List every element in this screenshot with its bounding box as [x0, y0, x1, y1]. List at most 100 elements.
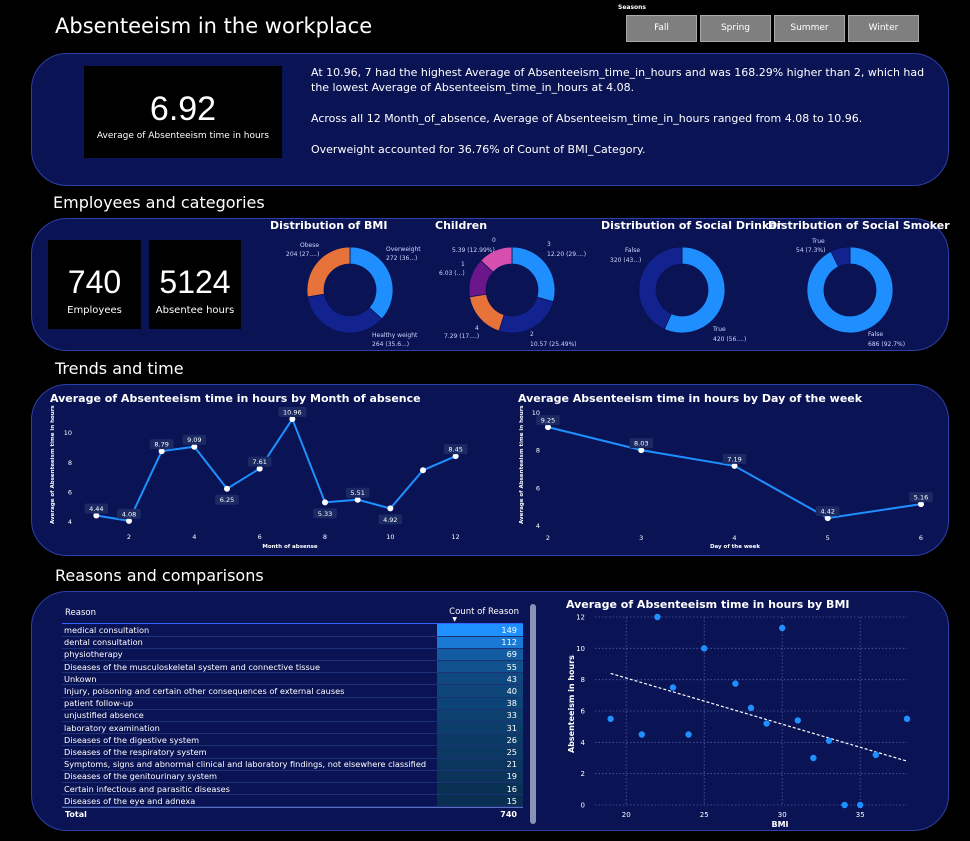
month-data-label: 7.61: [252, 458, 266, 466]
table-row[interactable]: Certain infectious and parasitic disease…: [62, 782, 523, 796]
section-title-reasons: Reasons and comparisons: [55, 566, 264, 585]
bmi-scatter-ytick-label: 8: [581, 676, 585, 684]
season-fall-button[interactable]: Fall: [626, 15, 697, 42]
table-row[interactable]: Diseases of the musculoskeletal system a…: [62, 660, 523, 674]
bmi-scatter-point[interactable]: [903, 715, 911, 723]
bmi-scatter-xtick-label: 35: [856, 811, 865, 819]
bmi-scatter-point[interactable]: [669, 684, 677, 691]
section-title-employees: Employees and categories: [53, 193, 265, 212]
reason-cell: Diseases of the genitourinary system: [62, 770, 437, 783]
page-title: Absenteeism in the workplace: [55, 14, 373, 38]
table-row[interactable]: Diseases of the digestive system 26: [62, 733, 523, 747]
count-cell: 25: [437, 745, 523, 759]
month-chart-xlabel: Month of absense: [262, 544, 318, 550]
reason-column-header[interactable]: Reason: [65, 608, 96, 618]
children-donut-title: Children: [435, 219, 488, 232]
drinker-donut-chart[interactable]: False 320 (43...) True 420 (56....): [601, 232, 766, 349]
bmi-scatter-point[interactable]: [654, 613, 661, 621]
children-slice-2[interactable]: [498, 296, 554, 334]
employees-value: 740: [67, 264, 122, 300]
month-point[interactable]: [387, 505, 394, 512]
month-data-label: 4.92: [383, 516, 397, 524]
bmi-scatter-point[interactable]: [872, 751, 879, 759]
month-xtick-label: 8: [323, 533, 327, 541]
smoker-donut-chart[interactable]: True 54 (7.3%) False 686 (92.7%): [768, 232, 938, 349]
bmi-scatter-ytick-label: 4: [581, 739, 586, 747]
count-column-header[interactable]: Count of Reason: [449, 607, 519, 617]
bmi-scatter-point[interactable]: [747, 704, 755, 712]
bmi-donut: [306, 246, 394, 334]
table-row[interactable]: patient follow-up 38: [62, 697, 523, 710]
season-winter-button[interactable]: Winter: [848, 15, 919, 42]
bmi-sub-healthy: 264 (35.6...): [372, 341, 409, 348]
children-donut-chart[interactable]: 0 5.39 (12.99%) 1 6.03 (...) 3 12.20 (29…: [435, 232, 595, 349]
table-row[interactable]: dental consultation 112: [62, 636, 523, 649]
bmi-scatter-point[interactable]: [607, 715, 614, 723]
count-cell: 43: [437, 672, 523, 686]
month-point[interactable]: [224, 485, 230, 492]
day-ytick-label: 8: [536, 447, 540, 455]
reason-rows: medical consultation 149 dental consultati…: [62, 624, 523, 808]
day-data-label: 8.03: [634, 440, 648, 448]
sort-desc-icon[interactable]: ▼: [452, 616, 457, 623]
table-row[interactable]: Symptoms, signs and abnormal clinical an…: [62, 758, 523, 771]
month-ytick-label: 6: [68, 488, 72, 496]
day-chart-ylabel: Average of Absenteeism time in hours: [519, 405, 525, 524]
bmi-scatter-ytick-label: 6: [581, 708, 586, 716]
employees-label: Employees: [67, 305, 122, 316]
season-summer-button[interactable]: Summer: [774, 15, 845, 42]
day-xtick-label: 4: [732, 534, 736, 542]
month-series-line[interactable]: [96, 416, 457, 522]
reason-table-total-row: Total 740: [62, 807, 523, 820]
table-row[interactable]: Diseases of the eye and adnexa 15: [62, 794, 523, 808]
season-spring-button[interactable]: Spring: [700, 15, 771, 42]
bmi-donut-chart[interactable]: Obese 204 (27....) Overweight 272 (36...…: [268, 232, 443, 349]
bmi-scatter-point[interactable]: [794, 717, 801, 724]
bmi-scatter-ylabel: Absenteeism in hours: [567, 655, 576, 753]
absentee-hours-label: Absentee hours: [155, 305, 235, 316]
bmi-scatter-point[interactable]: [638, 731, 645, 738]
month-point[interactable]: [322, 499, 328, 506]
table-row[interactable]: Unkown 43: [62, 672, 523, 686]
bmi-scatter-chart[interactable]: Absenteeism in hours BMI 0 2 4 6 8 10 12 20 25 30…: [555, 608, 915, 831]
reason-table-scrollbar[interactable]: [530, 604, 536, 824]
bmi-scatter-point[interactable]: [763, 720, 770, 727]
month-data-label: 4.44: [89, 505, 103, 513]
bmi-scatter-point[interactable]: [810, 754, 817, 762]
bmi-scatter-point[interactable]: [701, 645, 708, 652]
table-row[interactable]: medical consultation 149: [62, 624, 523, 637]
total-value: 740: [500, 810, 517, 820]
bmi-scatter-point[interactable]: [685, 731, 692, 738]
bmi-scatter-point[interactable]: [779, 624, 786, 632]
bmi-scatter-xtick-label: 25: [700, 811, 709, 819]
table-row[interactable]: Diseases of the respiratory system 25: [62, 745, 523, 759]
month-line-chart[interactable]: Average of Absenteeism time in hours Mon…: [40, 402, 490, 552]
narrative-line-1: At 10.96, 7 had the highest Average of A…: [311, 66, 925, 94]
reason-table-scrollbar-thumb[interactable]: [530, 604, 536, 824]
reason-cell: laboratory examination: [62, 721, 437, 735]
table-row[interactable]: Injury, poisoning and certain other cons…: [62, 684, 523, 698]
day-line-chart[interactable]: Average of Absenteeism time in hours Day…: [510, 402, 935, 552]
day-series-line[interactable]: [547, 426, 922, 520]
narrative-line-3: Overweight accounted for 36.76% of Count…: [311, 143, 646, 156]
bmi-slice-healthy-weight[interactable]: [307, 293, 383, 334]
reason-table-header: Reason Count of Reason ▼: [62, 603, 523, 624]
table-row[interactable]: Diseases of the genitourinary system 19: [62, 770, 523, 783]
bmi-scatter-point[interactable]: [841, 801, 848, 809]
count-cell: 38: [437, 697, 523, 710]
bmi-scatter-point[interactable]: [732, 680, 739, 687]
table-row[interactable]: physiotherapy 69: [62, 648, 523, 662]
children-label-0: 0: [492, 237, 496, 244]
smoker-label-true: True: [811, 238, 825, 245]
bmi-scatter-point[interactable]: [857, 801, 864, 809]
bmi-scatter-point[interactable]: [825, 737, 833, 744]
month-data-label: 10.96: [283, 409, 302, 417]
month-xtick-label: 2: [127, 533, 131, 541]
reason-cell: Injury, poisoning and certain other cons…: [62, 684, 437, 698]
children-donut: [468, 246, 556, 334]
table-row[interactable]: unjustified absence 33: [62, 709, 523, 723]
employees-card: 740 Employees: [48, 240, 141, 329]
month-chart-ylabel: Average of Absenteeism time in hours: [50, 405, 56, 524]
table-row[interactable]: laboratory examination 31: [62, 721, 523, 735]
month-point[interactable]: [420, 467, 426, 474]
